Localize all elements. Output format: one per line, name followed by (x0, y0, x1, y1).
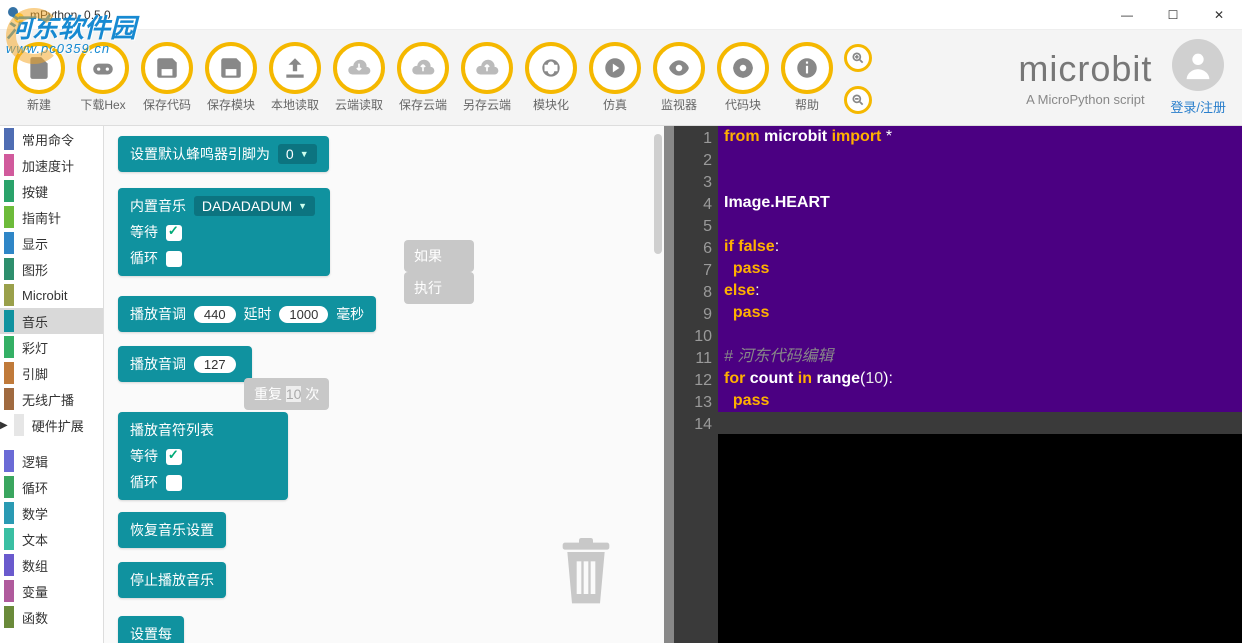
category-数学[interactable]: 数学 (0, 500, 103, 526)
block-palette[interactable]: 设置默认蜂鸣器引脚为 0▼ 内置音乐 DADADADUM▼ 等待 循环 如果 执… (104, 126, 664, 643)
close-button[interactable]: ✕ (1196, 0, 1242, 30)
tool-save-code[interactable]: 保存代码 (136, 42, 198, 113)
tool-save-cloud-as[interactable]: 另存云端 (456, 42, 518, 113)
tool-save-module[interactable]: 保存模块 (200, 42, 262, 113)
block-play-pitch[interactable]: 播放音调 127 (118, 346, 252, 382)
category-音乐[interactable]: 音乐 (0, 308, 103, 334)
loop-checkbox[interactable] (166, 251, 182, 267)
block-set-buzzer-pin[interactable]: 设置默认蜂鸣器引脚为 0▼ (118, 136, 329, 172)
python-icon (8, 7, 24, 23)
zoom-in-button[interactable] (844, 44, 872, 72)
category-图形[interactable]: 图形 (0, 256, 103, 282)
ghost-repeat: 重复 10 次 (244, 378, 329, 410)
tool-monitor[interactable]: 监视器 (648, 42, 710, 113)
category-显示[interactable]: 显示 (0, 230, 103, 256)
tool-download-hex[interactable]: 下载Hex (72, 42, 134, 113)
window-title: mPython_0.5.0 (30, 8, 111, 22)
palette-scrollbar[interactable] (654, 134, 662, 254)
category-硬件扩展[interactable]: ▶硬件扩展 (0, 412, 103, 438)
tool-help[interactable]: 帮助 (776, 42, 838, 113)
loop-checkbox-2[interactable] (166, 475, 182, 491)
category-函数[interactable]: 函数 (0, 604, 103, 630)
block-builtin-music[interactable]: 内置音乐 DADADADUM▼ 等待 循环 (118, 188, 330, 276)
ghost-do: 执行 (404, 272, 474, 304)
category-彩灯[interactable]: 彩灯 (0, 334, 103, 360)
tool-new[interactable]: 新建 (8, 42, 70, 113)
category-按键[interactable]: 按键 (0, 178, 103, 204)
tool-cloud-read[interactable]: 云端读取 (328, 42, 390, 113)
category-逻辑[interactable]: 逻辑 (0, 448, 103, 474)
tool-blockify[interactable]: 模块化 (520, 42, 582, 113)
gutter: 1234567891011121314 (674, 126, 718, 643)
category-循环[interactable]: 循环 (0, 474, 103, 500)
brand-subtitle: A MicroPython script (1018, 92, 1152, 107)
block-set-tempo[interactable]: 设置每 (118, 616, 184, 643)
login-link[interactable]: 登录/注册 (1170, 97, 1226, 116)
block-stop-music[interactable]: 停止播放音乐 (118, 562, 226, 598)
tool-save-cloud[interactable]: 保存云端 (392, 42, 454, 113)
category-无线广播[interactable]: 无线广播 (0, 386, 103, 412)
category-数组[interactable]: 数组 (0, 552, 103, 578)
category-文本[interactable]: 文本 (0, 526, 103, 552)
category-加速度计[interactable]: 加速度计 (0, 152, 103, 178)
tool-local-read[interactable]: 本地读取 (264, 42, 326, 113)
zoom-out-button[interactable] (844, 86, 872, 114)
pin-dropdown[interactable]: 0▼ (278, 144, 317, 164)
tool-simulate[interactable]: 仿真 (584, 42, 646, 113)
freq-input[interactable]: 440 (194, 306, 236, 323)
category-引脚[interactable]: 引脚 (0, 360, 103, 386)
pane-divider[interactable] (664, 126, 674, 643)
code-area[interactable]: from microbit import * Image.HEART if fa… (718, 126, 1242, 434)
pitch-input[interactable]: 127 (194, 356, 236, 373)
trash-icon[interactable] (558, 538, 614, 613)
maximize-button[interactable]: ☐ (1150, 0, 1196, 30)
minimize-button[interactable]: — (1104, 0, 1150, 30)
category-指南针[interactable]: 指南针 (0, 204, 103, 230)
tool-codeblock[interactable]: 代码块 (712, 42, 774, 113)
block-play-notes[interactable]: 播放音符列表 等待 循环 (118, 412, 288, 500)
category-sidebar: 常用命令加速度计按键指南针显示图形Microbit音乐彩灯引脚无线广播▶硬件扩展… (0, 126, 104, 643)
avatar[interactable] (1172, 39, 1224, 91)
ghost-if: 如果 (404, 240, 474, 272)
block-play-tone[interactable]: 播放音调 440 延时 1000 毫秒 (118, 296, 376, 332)
music-dropdown[interactable]: DADADADUM▼ (194, 196, 315, 216)
wait-checkbox-2[interactable] (166, 449, 182, 465)
duration-input[interactable]: 1000 (279, 306, 328, 323)
wait-checkbox[interactable] (166, 225, 182, 241)
brand: microbit A MicroPython script (1018, 48, 1170, 107)
category-变量[interactable]: 变量 (0, 578, 103, 604)
code-editor[interactable]: 1234567891011121314 from microbit import… (674, 126, 1242, 643)
titlebar: mPython_0.5.0 — ☐ ✕ (0, 0, 1242, 30)
brand-title: microbit (1018, 48, 1152, 90)
block-reset-music[interactable]: 恢复音乐设置 (118, 512, 226, 548)
category-常用命令[interactable]: 常用命令 (0, 126, 103, 152)
category-Microbit[interactable]: Microbit (0, 282, 103, 308)
toolbar: 新建 下载Hex 保存代码 保存模块 本地读取 云端读取 保存云端 另存云端 模… (0, 30, 1242, 126)
